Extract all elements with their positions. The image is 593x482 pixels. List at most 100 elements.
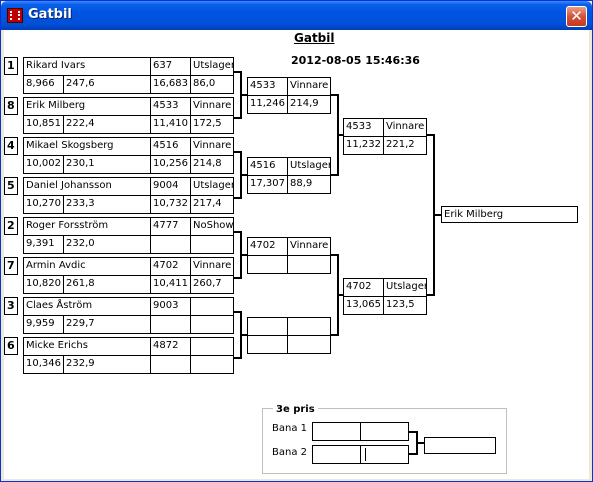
result-status: Utslager bbox=[386, 281, 426, 292]
col-divider bbox=[63, 236, 64, 253]
reaction-time: 10,851 bbox=[26, 118, 61, 129]
elapsed-time bbox=[151, 236, 191, 254]
trap-speed: 214,8 bbox=[193, 158, 222, 169]
row-divider bbox=[248, 255, 330, 256]
seed-number: 3 bbox=[4, 297, 18, 315]
col-divider bbox=[63, 76, 64, 93]
row-divider bbox=[24, 195, 168, 196]
close-button[interactable]: ✕ bbox=[566, 6, 587, 27]
bracket-stub bbox=[242, 254, 247, 256]
elapsed-time: 11,232 bbox=[346, 139, 381, 150]
player-entry[interactable]: Rikard Ivars 8,966 247,6 bbox=[23, 57, 169, 94]
reaction-time: 10,270 bbox=[26, 198, 61, 209]
result-status: Vinnare bbox=[193, 260, 232, 271]
trap-speed: 123,5 bbox=[386, 299, 415, 310]
col-divider bbox=[63, 276, 64, 293]
qual-speed: 232,0 bbox=[66, 238, 95, 249]
lane-1-divider bbox=[360, 423, 361, 440]
round1-result-box[interactable]: 4777 NoShow bbox=[150, 217, 234, 254]
semi-result-box[interactable]: 4533 Vinnare 11,232 221,2 bbox=[343, 118, 427, 155]
driver-name: Micke Erichs bbox=[26, 340, 88, 351]
result-status: Vinnare bbox=[386, 121, 425, 132]
col-divider bbox=[190, 178, 191, 213]
col-divider bbox=[63, 156, 64, 173]
third-place-winner bbox=[425, 438, 495, 453]
third-place-winner-box[interactable] bbox=[424, 437, 496, 454]
player-entry[interactable]: Roger Forsström 9,391 232,0 bbox=[23, 217, 169, 254]
player-entry[interactable]: Daniel Johansson 10,270 233,3 bbox=[23, 177, 169, 214]
result-status: Utslager bbox=[193, 180, 233, 191]
row-divider bbox=[151, 355, 233, 356]
round1-result-box[interactable]: 4516 Vinnare 10,256 214,8 bbox=[150, 137, 234, 174]
lane-2-entry[interactable] bbox=[312, 445, 409, 464]
semi-result-box[interactable]: 4702 Utslager 13,065 123,5 bbox=[343, 278, 427, 315]
player-entry[interactable]: Erik Milberg 10,851 222,4 bbox=[23, 97, 169, 134]
qual-speed: 232,9 bbox=[66, 358, 95, 369]
driver-name: Armin Avdic bbox=[26, 260, 86, 271]
round1-result-box[interactable]: 4533 Vinnare 11,410 172,5 bbox=[150, 97, 234, 134]
reaction-time: 10,002 bbox=[26, 158, 61, 169]
qual-speed: 247,6 bbox=[66, 78, 95, 89]
app-flag-icon bbox=[7, 8, 23, 23]
title-bar[interactable]: Gatbil ✕ bbox=[1, 1, 592, 30]
elapsed-time: 13,065 bbox=[346, 299, 381, 310]
result-status: Vinnare bbox=[290, 80, 329, 91]
window-title: Gatbil bbox=[28, 7, 72, 22]
col-divider bbox=[190, 138, 191, 173]
col-divider bbox=[190, 298, 191, 333]
quarter-result-box[interactable] bbox=[247, 317, 331, 354]
player-entry[interactable]: Mikael Skogsberg 10,002 230,1 bbox=[23, 137, 169, 174]
driver-name: Erik Milberg bbox=[26, 100, 86, 111]
qual-speed: 230,1 bbox=[66, 158, 95, 169]
elapsed-time: 11,410 bbox=[153, 118, 188, 129]
row-divider bbox=[24, 75, 168, 76]
round1-result-box[interactable]: 4702 Vinnare 10,411 260,7 bbox=[150, 257, 234, 294]
car-number: 4516 bbox=[250, 160, 276, 171]
result-status bbox=[191, 338, 233, 356]
car-number: 637 bbox=[153, 60, 173, 71]
quarter-result-box[interactable]: 4516 Utslager 17,307 88,9 bbox=[247, 157, 331, 194]
final-winner-name: Erik Milberg bbox=[444, 209, 504, 220]
row-divider bbox=[24, 115, 168, 116]
quarter-result-box[interactable]: 4533 Vinnare 11,246 214,9 bbox=[247, 77, 331, 114]
elapsed-time: 10,256 bbox=[153, 158, 188, 169]
player-entry[interactable]: Micke Erichs 10,346 232,9 bbox=[23, 337, 169, 374]
col-divider bbox=[287, 78, 288, 113]
round1-result-box[interactable]: 637 Utslager 16,683 86,0 bbox=[150, 57, 234, 94]
lane-1-entry[interactable] bbox=[312, 422, 409, 441]
round1-result-box[interactable]: 4872 bbox=[150, 337, 234, 374]
row-divider bbox=[344, 296, 426, 297]
car-number: 4872 bbox=[153, 340, 179, 351]
row-divider bbox=[151, 315, 233, 316]
result-status: Utslager bbox=[290, 160, 330, 171]
lane-1-label: Bana 1 bbox=[272, 423, 307, 434]
row-divider bbox=[248, 175, 330, 176]
car-number: 9003 bbox=[153, 300, 179, 311]
col-divider bbox=[190, 338, 191, 373]
col-divider bbox=[63, 116, 64, 133]
round1-result-box[interactable]: 9003 bbox=[150, 297, 234, 334]
player-entry[interactable]: Claes Åström 9,959 229,7 bbox=[23, 297, 169, 334]
col-divider bbox=[190, 258, 191, 293]
trap-speed: 88,9 bbox=[290, 178, 313, 189]
bracket-stub bbox=[242, 94, 247, 96]
trap-speed bbox=[288, 336, 330, 354]
elapsed-time: 17,307 bbox=[250, 178, 285, 189]
round1-result-box[interactable]: 9004 Utslager 10,732 217,4 bbox=[150, 177, 234, 214]
player-entry[interactable]: Armin Avdic 10,820 261,8 bbox=[23, 257, 169, 294]
quarter-result-box[interactable]: 4702 Vinnare bbox=[247, 237, 331, 274]
trap-speed: 221,2 bbox=[386, 139, 415, 150]
row-divider bbox=[24, 235, 168, 236]
col-divider bbox=[190, 58, 191, 93]
lane-2-divider bbox=[360, 446, 361, 463]
row-divider bbox=[24, 275, 168, 276]
car-number: 4533 bbox=[346, 121, 372, 132]
col-divider bbox=[190, 218, 191, 253]
bracket-connector bbox=[234, 231, 242, 279]
col-divider bbox=[383, 119, 384, 154]
row-divider bbox=[151, 75, 233, 76]
trap-speed: 260,7 bbox=[193, 278, 222, 289]
result-status: Utslager bbox=[193, 60, 233, 71]
bracket-connector bbox=[331, 94, 339, 176]
final-winner-box[interactable]: Erik Milberg bbox=[441, 206, 578, 223]
